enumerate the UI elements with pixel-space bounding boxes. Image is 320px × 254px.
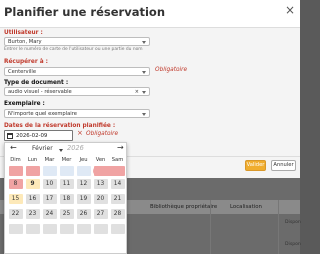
column-header-library: Bibliothèque propriétaire [150, 204, 218, 210]
calendar-day[interactable]: 26 [76, 209, 91, 219]
doctype-label: Type de document : [4, 80, 69, 86]
reservation-modal: Planifier une réservation × Utilisateur … [0, 0, 301, 254]
close-icon[interactable]: × [285, 3, 295, 17]
calendar-day[interactable] [42, 166, 57, 176]
copy-select-value: N'importe quel exemplaire [8, 111, 77, 117]
dates-label: Dates de la réservation planifiée : [4, 123, 116, 129]
user-select[interactable]: Burton, Mary [4, 37, 150, 46]
column-divider [278, 200, 279, 254]
modal-title: Planifier une réservation [4, 5, 166, 19]
calendar-day[interactable]: 24 [42, 209, 57, 219]
chevron-down-icon [142, 91, 146, 94]
weekday-label: Mar [44, 157, 55, 163]
calendar-day[interactable] [8, 166, 23, 176]
calendar-day[interactable] [110, 224, 125, 234]
copy-select[interactable]: N'importe quel exemplaire [4, 109, 150, 118]
calendar-day[interactable]: 20 [93, 194, 108, 204]
calendar-day[interactable]: 22 [8, 209, 23, 219]
weekday-label: Dim [10, 157, 21, 163]
calendar-header: ← Février 2026 → [5, 143, 126, 155]
calendar-day[interactable]: 17 [42, 194, 57, 204]
calendar-day[interactable]: 9 [25, 179, 40, 189]
calendar-day[interactable]: 10 [42, 179, 57, 189]
weekday-label: Lun [27, 157, 38, 163]
calendar-day[interactable] [59, 166, 74, 176]
calendar-day[interactable]: 13 [93, 179, 108, 189]
modal-header: Planifier une réservation × [0, 0, 300, 28]
user-select-value: Burton, Mary [8, 39, 42, 45]
calendar-day[interactable]: 21 [110, 194, 125, 204]
calendar-icon [7, 133, 13, 139]
calendar-day[interactable]: 16 [25, 194, 40, 204]
column-divider [210, 200, 211, 254]
calendar-day[interactable]: 14 [110, 179, 125, 189]
calendar-day[interactable]: 18 [59, 194, 74, 204]
calendar-day[interactable]: 27 [93, 209, 108, 219]
clear-icon[interactable]: × [135, 89, 139, 95]
pickup-required: Obligatoire [155, 67, 188, 73]
copy-label: Exemplaire : [4, 101, 45, 107]
chevron-down-icon [142, 71, 146, 74]
calendar-day[interactable]: 19 [76, 194, 91, 204]
date-picker-calendar: ← Février 2026 → Dim Lun Mar Mer Jeu Ven Sam 8… [4, 142, 127, 254]
calendar-day[interactable] [42, 224, 57, 234]
availability-cell: Dispon [285, 220, 301, 225]
unavailable-range [93, 166, 125, 176]
date-range-input[interactable]: 2026-02-09 [4, 130, 73, 141]
weekday-label: Ven [95, 157, 106, 163]
submit-button[interactable]: Valider [245, 160, 266, 171]
calendar-day[interactable]: 12 [76, 179, 91, 189]
doctype-select-value: audio visuel - réservable [8, 89, 72, 95]
user-hint: Entrer le numéro de carte de l'utilisate… [4, 47, 143, 52]
availability-cell: Dispon [285, 242, 301, 247]
weekday-label: Mer [61, 157, 72, 163]
cancel-button[interactable]: Annuler [271, 160, 296, 171]
column-header-location: Localisation [230, 204, 262, 210]
pickup-select[interactable]: Centerville [4, 67, 150, 76]
calendar-day[interactable] [93, 224, 108, 234]
pickup-label: Récupérer à : [4, 59, 48, 65]
month-select[interactable]: Février [32, 145, 53, 152]
chevron-down-icon [142, 41, 146, 44]
doctype-select[interactable]: audio visuel - réservable × [4, 87, 150, 96]
calendar-day[interactable] [25, 224, 40, 234]
pickup-select-value: Centerville [8, 69, 37, 75]
calendar-day[interactable] [25, 166, 40, 176]
date-range-value: 2026-02-09 [16, 133, 48, 139]
calendar-day[interactable]: 28 [110, 209, 125, 219]
calendar-day[interactable] [8, 224, 23, 234]
calendar-day[interactable] [76, 166, 91, 176]
user-label: Utilisateur : [4, 30, 43, 36]
calendar-day[interactable]: 15 [8, 194, 23, 204]
next-month-icon[interactable]: → [117, 143, 124, 152]
prev-month-icon[interactable]: ← [10, 143, 17, 152]
weekday-label: Sam [111, 157, 124, 163]
clear-date-icon[interactable]: × [77, 129, 83, 137]
chevron-down-icon [59, 149, 63, 152]
chevron-down-icon [142, 113, 146, 116]
weekday-label: Jeu [79, 157, 88, 163]
calendar-day[interactable] [76, 224, 91, 234]
calendar-day[interactable]: 25 [59, 209, 74, 219]
calendar-day[interactable] [59, 224, 74, 234]
calendar-day[interactable]: 11 [59, 179, 74, 189]
calendar-day[interactable]: 23 [25, 209, 40, 219]
dates-required: Obligatoire [86, 131, 119, 137]
calendar-day[interactable]: 8 [8, 179, 23, 189]
year-input[interactable]: 2026 [67, 144, 84, 152]
